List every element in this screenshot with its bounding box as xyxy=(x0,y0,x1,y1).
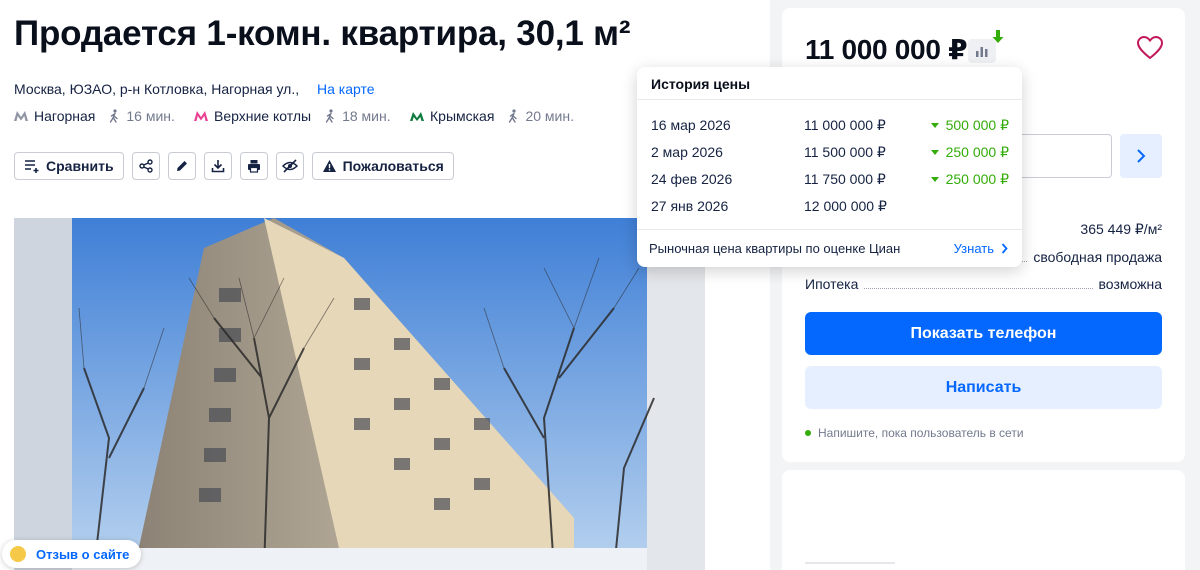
metro-station-3: Крымская 20 мин. xyxy=(410,108,574,124)
mcc-icon xyxy=(410,112,424,121)
walk-time: 20 мин. xyxy=(508,108,574,124)
print-icon xyxy=(247,160,260,173)
page: Продается 1-комн. квартира, 30,1 м² Моск… xyxy=(0,0,1200,570)
walk-icon xyxy=(325,109,334,123)
walk-icon xyxy=(509,109,518,123)
print-button[interactable] xyxy=(239,152,268,180)
walk-time: 16 мин. xyxy=(109,108,175,124)
metro-station-2: Верхние котлы 18 мин. xyxy=(194,108,391,124)
next-button[interactable] xyxy=(1120,134,1162,178)
price-change: 500 000 ₽ xyxy=(930,117,1009,134)
page-title: Продается 1-комн. квартира, 30,1 м² xyxy=(14,14,631,53)
market-price-note: Рыночная цена квартиры по оценке Циан xyxy=(649,241,901,256)
walk-time: 18 мин. xyxy=(325,108,391,124)
download-icon xyxy=(211,160,224,173)
share-button[interactable] xyxy=(131,152,160,180)
listing-photo[interactable] xyxy=(14,218,705,570)
bar-chart-icon xyxy=(976,47,988,57)
share-icon xyxy=(138,159,153,173)
metro-station-1: Нагорная 16 мин. xyxy=(14,108,175,124)
history-row: 24 фев 2026 11 750 000 ₽ 250 000 ₽ xyxy=(651,171,1009,188)
history-row: 27 янв 2026 12 000 000 ₽ xyxy=(651,198,887,214)
listing-toolbar: Сравнить Пожаловаться xyxy=(14,152,454,180)
favorite-heart-icon[interactable] xyxy=(1137,36,1163,60)
show-phone-button[interactable]: Показать телефон xyxy=(805,312,1162,355)
triangle-down-icon xyxy=(930,150,939,155)
price-change: 250 000 ₽ xyxy=(930,171,1009,188)
download-button[interactable] xyxy=(203,152,232,180)
offer-input[interactable] xyxy=(1022,134,1112,178)
hide-button[interactable] xyxy=(275,152,304,180)
building-photo-image xyxy=(14,218,705,570)
metro-m-icon xyxy=(14,111,28,121)
popup-title: История цены xyxy=(651,76,751,92)
edit-button[interactable] xyxy=(167,152,196,180)
map-link[interactable]: На карте xyxy=(317,81,375,97)
metro-name: Нагорная xyxy=(34,108,96,124)
market-price-link[interactable]: Узнать xyxy=(954,241,1008,256)
metro-name: Верхние котлы xyxy=(214,108,312,124)
history-row: 16 мар 2026 11 000 000 ₽ 500 000 ₽ xyxy=(651,117,1009,134)
warning-icon xyxy=(322,160,336,172)
edit-icon xyxy=(176,161,187,171)
address: Москва, ЮЗАО, р-н Котловка, Нагорная ул.… xyxy=(14,81,300,97)
report-button[interactable]: Пожаловаться xyxy=(311,152,454,180)
walk-icon xyxy=(110,109,119,123)
secondary-card xyxy=(782,470,1185,570)
compare-button[interactable]: Сравнить xyxy=(14,152,124,180)
metro-m-icon xyxy=(194,111,208,121)
online-dot-icon xyxy=(805,430,811,436)
compare-icon xyxy=(25,160,39,173)
chevron-right-icon xyxy=(1001,243,1008,254)
metro-name: Крымская xyxy=(430,108,495,124)
mortgage-row: Ипотека возможна xyxy=(805,276,1162,292)
chevron-right-icon xyxy=(1137,149,1146,163)
site-feedback-button[interactable]: Отзыв о сайте xyxy=(2,540,142,568)
triangle-down-icon xyxy=(930,123,939,128)
price-down-icon xyxy=(992,30,1004,43)
triangle-down-icon xyxy=(930,177,939,182)
price-history-popup: История цены 16 мар 2026 11 000 000 ₽ 50… xyxy=(637,67,1022,267)
history-row: 2 мар 2026 11 500 000 ₽ 250 000 ₽ xyxy=(651,144,1009,161)
price: 11 000 000 ₽ xyxy=(805,34,968,65)
price-change: 250 000 ₽ xyxy=(930,144,1009,161)
write-message-button[interactable]: Написать xyxy=(805,366,1162,409)
online-status: Напишите, пока пользователь в сети xyxy=(805,426,1024,440)
hide-icon xyxy=(281,159,298,173)
emoji-icon xyxy=(10,546,26,562)
